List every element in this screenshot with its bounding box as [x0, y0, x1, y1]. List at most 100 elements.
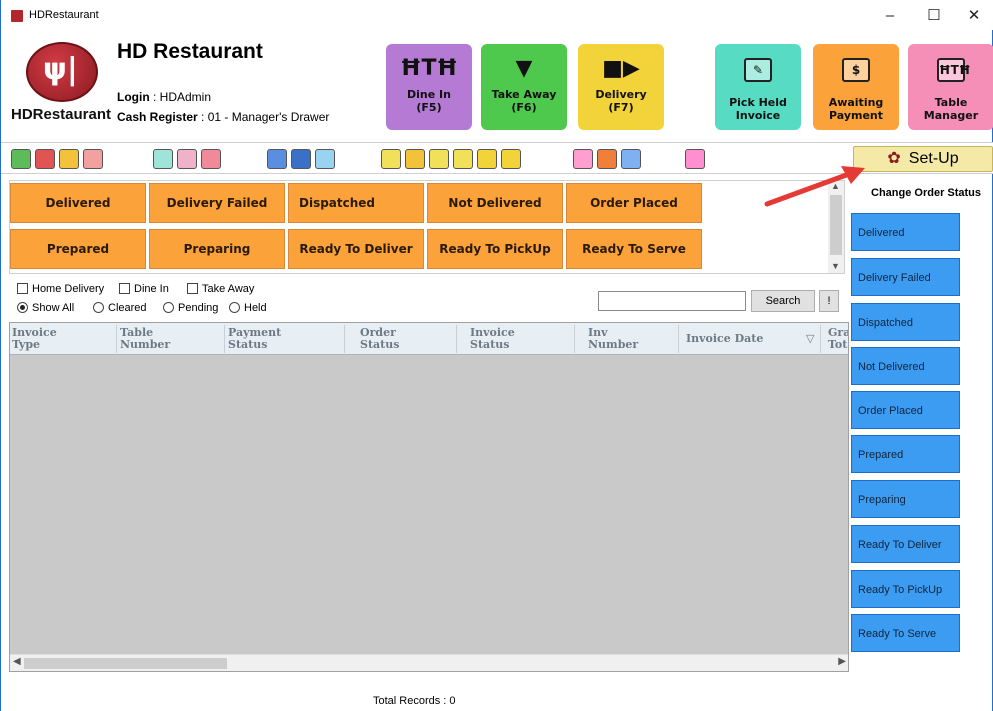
- report-icon[interactable]: [11, 149, 31, 169]
- change-to-ready-to-deliver-button[interactable]: Ready To Deliver: [851, 525, 960, 563]
- reset-icon[interactable]: [597, 149, 617, 169]
- setup-label: Set-Up: [908, 150, 959, 167]
- status-not-delivered-button[interactable]: Not Delivered: [427, 183, 563, 223]
- column-payment-status[interactable]: Payment Status: [228, 327, 281, 351]
- home-delivery-checkbox[interactable]: Home Delivery: [17, 283, 104, 295]
- delivery-button[interactable]: ■▶ Delivery (F7): [578, 44, 664, 130]
- close-button[interactable]: ✕: [954, 4, 993, 28]
- dine-in-key: (F5): [416, 101, 442, 114]
- status-order-placed-button[interactable]: Order Placed: [566, 183, 702, 223]
- take-away-label: Take Away: [491, 88, 557, 101]
- pending-label: Pending: [178, 302, 219, 314]
- column-inv-number[interactable]: Inv Number: [588, 327, 638, 351]
- awaiting-key: Payment: [828, 109, 884, 122]
- change-to-preparing-button[interactable]: Preparing: [851, 480, 960, 518]
- table-icon[interactable]: [177, 149, 197, 169]
- status-delivery-failed-button[interactable]: Delivery Failed: [149, 183, 285, 223]
- cash-register-value: : 01 - Manager's Drawer: [201, 110, 330, 124]
- change-to-order-placed-button[interactable]: Order Placed: [851, 391, 960, 429]
- floor-plan-icon[interactable]: [201, 149, 221, 169]
- delivery-label: Delivery: [595, 88, 647, 101]
- radio-icon: [229, 302, 240, 313]
- awaiting-label: Awaiting: [828, 96, 884, 109]
- change-to-prepared-button[interactable]: Prepared: [851, 435, 960, 473]
- dine-in-checkbox[interactable]: Dine In: [119, 283, 169, 295]
- screen-icon[interactable]: [381, 149, 401, 169]
- status-delivered-button[interactable]: Delivered: [10, 183, 146, 223]
- status-preparing-button[interactable]: Preparing: [149, 229, 285, 269]
- scroll-left-icon[interactable]: ◀: [13, 656, 21, 667]
- show-all-label: Show All: [32, 302, 75, 314]
- change-to-delivery-failed-button[interactable]: Delivery Failed: [851, 258, 960, 296]
- scroll-up-icon[interactable]: ▲: [831, 181, 840, 191]
- cup-icon: ▼: [515, 56, 533, 81]
- truck-icon[interactable]: [291, 149, 311, 169]
- login-info: Login : HDAdmin: [117, 90, 211, 104]
- key-icon[interactable]: [685, 149, 705, 169]
- cart-icon[interactable]: [429, 149, 449, 169]
- radio-icon: [17, 302, 28, 313]
- status-grid: Delivered Delivery Failed Dispatched Not…: [9, 180, 845, 274]
- edit-icon[interactable]: [453, 149, 473, 169]
- people-icon[interactable]: [621, 149, 641, 169]
- table-horizontal-scrollbar[interactable]: ◀ ▶: [10, 654, 848, 671]
- window-title: HDRestaurant: [29, 9, 99, 21]
- search-button[interactable]: Search: [751, 290, 815, 312]
- scroll-down-icon[interactable]: ▼: [831, 261, 840, 271]
- chat-icon[interactable]: [59, 149, 79, 169]
- invoice-icon[interactable]: [35, 149, 55, 169]
- minimize-button[interactable]: –: [870, 4, 910, 28]
- status-ready-to-serve-button[interactable]: Ready To Serve: [566, 229, 702, 269]
- pending-radio[interactable]: Pending: [163, 302, 218, 314]
- chart-icon[interactable]: [267, 149, 287, 169]
- setup-button[interactable]: ✿ Set-Up: [853, 146, 993, 172]
- column-order-status[interactable]: Order Status: [360, 327, 399, 351]
- money-icon[interactable]: [477, 149, 497, 169]
- table-manager-button[interactable]: ĦΤĦ Table Manager: [908, 44, 993, 130]
- checkbox-icon: [119, 283, 130, 294]
- status-grid-scrollbar[interactable]: ▲ ▼: [828, 181, 844, 273]
- invoice-table: Invoice Type Table Number Payment Status Or…: [9, 322, 849, 672]
- add-table-icon[interactable]: [153, 149, 173, 169]
- calendar-icon[interactable]: [501, 149, 521, 169]
- user-icon[interactable]: [315, 149, 335, 169]
- change-to-ready-to-pickup-button[interactable]: Ready To PickUp: [851, 570, 960, 608]
- change-to-ready-to-serve-button[interactable]: Ready To Serve: [851, 614, 960, 652]
- print-icon[interactable]: [83, 149, 103, 169]
- dine-in-button[interactable]: ĦΤĦ Dine In (F5): [386, 44, 472, 130]
- scroll-thumb[interactable]: [830, 195, 842, 255]
- cleared-radio[interactable]: Cleared: [93, 302, 147, 314]
- column-grand-total[interactable]: Gra Tot: [828, 327, 848, 351]
- pick-held-invoice-button[interactable]: ✎ Pick Held Invoice: [715, 44, 801, 130]
- status-ready-to-pickup-button[interactable]: Ready To PickUp: [427, 229, 563, 269]
- sort-icon[interactable]: ▽: [806, 333, 814, 345]
- table-manager-icon: ĦΤĦ: [937, 58, 971, 82]
- column-invoice-status[interactable]: Invoice Status: [470, 327, 515, 351]
- show-all-radio[interactable]: Show All: [17, 302, 74, 314]
- maximize-button[interactable]: ☐: [914, 4, 954, 28]
- change-to-dispatched-button[interactable]: Dispatched: [851, 303, 960, 341]
- toolbar: [1, 142, 993, 174]
- scroll-right-icon[interactable]: ▶: [838, 656, 846, 667]
- take-away-checkbox[interactable]: Take Away: [187, 283, 254, 295]
- delivery-key: (F7): [608, 101, 634, 114]
- scroll-thumb[interactable]: [24, 658, 227, 669]
- awaiting-payment-button[interactable]: $ Awaiting Payment: [813, 44, 899, 130]
- login-value: : HDAdmin: [153, 90, 212, 104]
- total-records: Total Records : 0: [373, 695, 456, 707]
- clear-search-button[interactable]: !: [819, 290, 839, 312]
- counter-icon[interactable]: [573, 149, 593, 169]
- status-dispatched-button[interactable]: Dispatched: [288, 183, 424, 223]
- note-icon[interactable]: [405, 149, 425, 169]
- column-invoice-date[interactable]: Invoice Date: [686, 333, 763, 345]
- change-to-not-delivered-button[interactable]: Not Delivered: [851, 347, 960, 385]
- dine-in-filter-label: Dine In: [134, 283, 169, 295]
- held-radio[interactable]: Held: [229, 302, 267, 314]
- status-ready-to-deliver-button[interactable]: Ready To Deliver: [288, 229, 424, 269]
- column-invoice-type[interactable]: Invoice Type: [12, 327, 57, 351]
- status-prepared-button[interactable]: Prepared: [10, 229, 146, 269]
- search-input[interactable]: [598, 291, 746, 311]
- change-to-delivered-button[interactable]: Delivered: [851, 213, 960, 251]
- take-away-button[interactable]: ▼ Take Away (F6): [481, 44, 567, 130]
- column-table-number[interactable]: Table Number: [120, 327, 170, 351]
